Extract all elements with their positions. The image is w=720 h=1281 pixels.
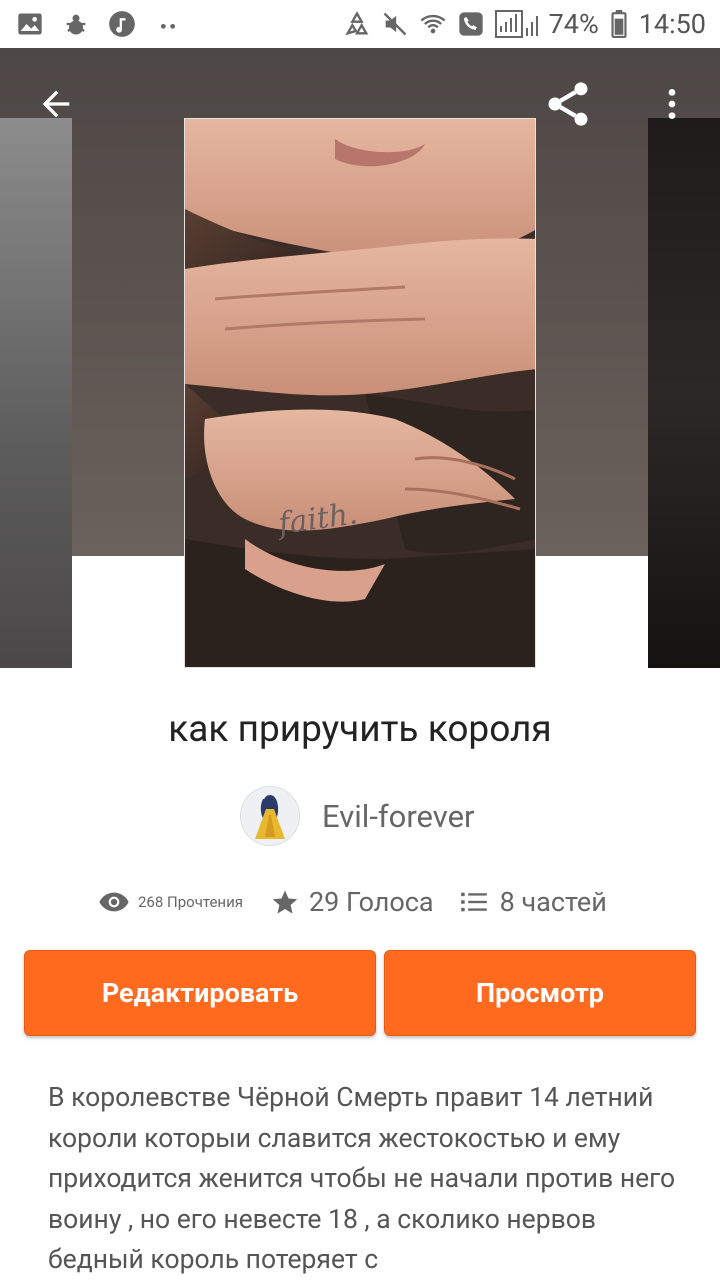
previous-cover[interactable] <box>0 118 72 668</box>
status-bar: 74% 14:50 <box>0 0 720 48</box>
parts-stat[interactable]: 8 частей <box>460 886 607 918</box>
image-icon <box>18 13 42 35</box>
clock: 14:50 <box>638 8 706 40</box>
bug-icon <box>66 14 86 35</box>
view-button[interactable]: Просмотр <box>384 950 696 1036</box>
story-description: В королевстве Чёрной Смерть правит 14 ле… <box>48 1082 676 1275</box>
signal-icon <box>494 10 538 38</box>
author-name: Evil-forever <box>322 797 475 835</box>
story-cover[interactable]: faith. <box>184 118 536 668</box>
votes-stat: 29 Голоса <box>271 886 434 918</box>
reads-stat: 268 Прочтения <box>98 890 243 914</box>
reads-count: 268 Прочтения <box>138 893 243 911</box>
avatar <box>240 786 300 846</box>
story-title: как приручить короля <box>168 708 552 751</box>
author-row[interactable]: Evil-forever <box>240 786 475 846</box>
music-icon <box>109 11 135 37</box>
eye-icon <box>99 892 129 912</box>
star-icon <box>272 890 298 914</box>
arrow-left-icon <box>42 90 70 118</box>
cover-image: faith. <box>185 119 535 667</box>
votes-count: 29 Голоса <box>308 886 434 918</box>
recycle-icon <box>344 11 368 36</box>
share-icon <box>548 82 588 126</box>
story-stats: 268 Прочтения 29 Голоса 8 частей <box>98 880 658 924</box>
battery-percent: 74% <box>548 8 599 40</box>
mute-icon <box>383 12 406 36</box>
share-button[interactable] <box>538 74 598 134</box>
more-options-button[interactable] <box>642 74 702 134</box>
list-icon <box>460 892 487 912</box>
phone-icon <box>458 12 483 36</box>
edit-button[interactable]: Редактировать <box>24 950 376 1036</box>
dots-icon <box>161 24 175 29</box>
back-button[interactable] <box>26 74 86 134</box>
parts-count: 8 частей <box>499 886 607 918</box>
next-cover[interactable] <box>648 118 720 668</box>
battery-icon <box>611 10 627 38</box>
more-vert-icon <box>668 89 676 119</box>
wifi-call-icon <box>420 14 446 34</box>
